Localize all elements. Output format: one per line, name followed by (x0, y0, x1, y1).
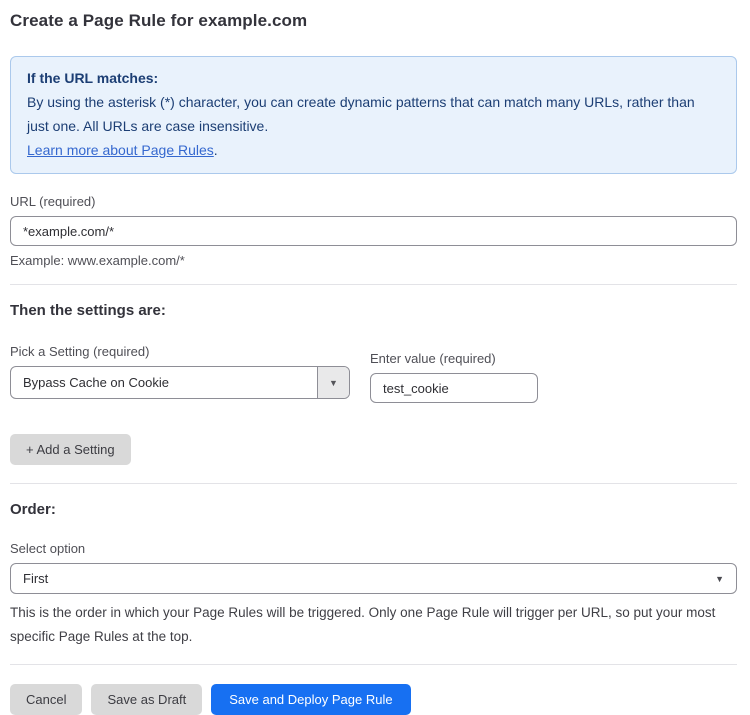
cancel-button[interactable]: Cancel (10, 684, 82, 715)
url-field-label: URL (required) (10, 194, 737, 209)
info-box-link-line: Learn more about Page Rules. (27, 138, 720, 162)
save-and-deploy-button[interactable]: Save and Deploy Page Rule (211, 684, 410, 715)
actions-row: Cancel Save as Draft Save and Deploy Pag… (10, 684, 737, 715)
url-match-info-box: If the URL matches: By using the asteris… (10, 56, 737, 174)
learn-more-link[interactable]: Learn more about Page Rules (27, 142, 214, 158)
add-setting-button[interactable]: + Add a Setting (10, 434, 131, 465)
order-select[interactable]: First ▼ (10, 563, 737, 594)
pick-setting-column: Pick a Setting (required) Bypass Cache o… (10, 344, 350, 399)
url-example-hint: Example: www.example.com/* (10, 253, 737, 268)
url-input[interactable] (10, 216, 737, 246)
chevron-down-icon: ▼ (715, 574, 724, 584)
order-section-heading: Order: (10, 501, 737, 518)
setting-row: Pick a Setting (required) Bypass Cache o… (10, 344, 737, 403)
create-page-rule-panel: Create a Page Rule for example.com If th… (0, 0, 750, 715)
order-select-label: Select option (10, 541, 737, 556)
divider (10, 483, 737, 484)
info-box-body: By using the asterisk (*) character, you… (27, 90, 720, 138)
add-setting-wrap: + Add a Setting (10, 434, 737, 465)
divider (10, 664, 737, 665)
setting-select-value: Bypass Cache on Cookie (11, 367, 317, 398)
enter-value-label: Enter value (required) (370, 351, 538, 366)
chevron-down-icon[interactable]: ▼ (317, 367, 349, 398)
save-as-draft-button[interactable]: Save as Draft (91, 684, 202, 715)
info-box-heading: If the URL matches: (27, 66, 720, 90)
settings-section-heading: Then the settings are: (10, 302, 737, 319)
enter-value-column: Enter value (required) (370, 344, 538, 403)
divider (10, 284, 737, 285)
page-title: Create a Page Rule for example.com (10, 11, 737, 31)
setting-select[interactable]: Bypass Cache on Cookie ▼ (10, 366, 350, 399)
order-select-value: First (23, 571, 48, 586)
link-suffix: . (214, 142, 218, 158)
pick-setting-label: Pick a Setting (required) (10, 344, 350, 359)
order-hint: This is the order in which your Page Rul… (10, 601, 732, 649)
setting-value-input[interactable] (370, 373, 538, 403)
